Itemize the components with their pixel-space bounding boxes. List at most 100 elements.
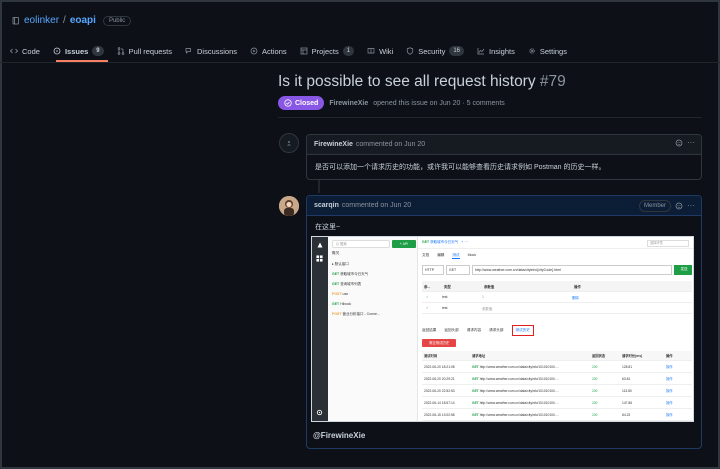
tab-label: Settings	[539, 46, 567, 56]
protocol-select: HTTP	[422, 265, 444, 275]
history-url: GET http://www.weather.com.cn/data/cityi…	[472, 400, 559, 405]
closed-check-icon	[284, 99, 292, 107]
app-tab: GET 获取城市今日天气 + ···	[422, 240, 469, 244]
comment-meta: commented on Jun 20	[355, 141, 426, 148]
app-sidebar-item: GET 获取城市今日天气	[332, 272, 368, 277]
graph-icon	[477, 48, 485, 55]
param-op: 删除	[572, 295, 579, 300]
default-avatar-icon	[287, 141, 291, 146]
history-row: 2022-06-20 22:52:53 GET http://www.weathe…	[422, 385, 692, 397]
issue-title-text: Is it possible to see all request histor…	[278, 73, 536, 90]
history-url-text: http://www.weather.com.cn/data/cityinfo/…	[479, 400, 559, 405]
app-main: GET 获取城市今日天气 + ··· 选择环境 文档 编辑 测试 Mock HTTP …	[418, 237, 693, 421]
tab-insights[interactable]: Insights	[477, 44, 515, 58]
history-status: 200	[592, 412, 598, 417]
tab-issues[interactable]: Issues 9	[53, 44, 104, 58]
history-status: 200	[592, 376, 598, 381]
user-mention[interactable]: @FirewineXie	[313, 431, 365, 440]
history-time: 2022-06-14 18:57:14	[424, 400, 455, 405]
app-logo-icon	[317, 242, 323, 248]
app-subtab: 文档	[422, 253, 430, 257]
history-duration: 84.23	[622, 412, 631, 417]
history-url: GET http://www.weather.com.cn/data/cityi…	[472, 376, 559, 381]
app-sidebar-item: 概况	[332, 251, 339, 256]
tab-label: Pull requests	[128, 46, 172, 56]
history-op: 操作	[666, 377, 673, 381]
shield-icon	[407, 47, 414, 55]
app-sidebar-label: 营业分析接口 - Conne...	[342, 312, 380, 316]
header-divider	[278, 117, 702, 118]
history-time: 2022-06-20 22:52:53	[424, 388, 455, 393]
params-row: ✓ test 参数值	[422, 303, 692, 314]
tab-label: Projects	[311, 46, 339, 56]
tab-label: Wiki	[379, 46, 394, 56]
check-icon: ✓	[426, 306, 429, 310]
history-time: 2022-06-15 13:02:58	[424, 412, 455, 417]
comment-author-link[interactable]: scarqin	[314, 202, 339, 209]
closed-state-badge: Closed	[278, 96, 325, 110]
app-sidebar-item: GET 查询城市列表	[332, 282, 361, 287]
repo-name-link[interactable]: eoapi	[70, 15, 96, 26]
tab-pulls[interactable]: Pull requests	[117, 44, 172, 58]
history-op: 操作	[666, 413, 673, 417]
history-url: GET http://www.weather.com.cn/data/cityi…	[472, 388, 559, 393]
url-row: HTTP GET http://www.weather.com.cn/data/…	[422, 265, 692, 275]
history-url-text: http://www.weather.com.cn/data/cityinfo/…	[479, 376, 559, 381]
smiley-icon[interactable]	[675, 202, 683, 210]
tab-label: Issues	[64, 46, 89, 56]
kebab-menu-icon[interactable]: ···	[687, 202, 695, 210]
history-op: 操作	[666, 401, 673, 405]
member-badge: Member	[638, 200, 671, 212]
history-status: 200	[592, 400, 598, 405]
tab-label: Security	[418, 46, 446, 56]
app-sidebar-item: ▸ 默认接口	[332, 262, 349, 267]
env-select: 选择环境	[647, 240, 689, 247]
tab-label: Discussions	[197, 46, 238, 56]
tab-label: Code	[22, 46, 40, 56]
tab-discussions[interactable]: Discussions	[185, 44, 237, 58]
history-header-cell: 返回状态	[592, 354, 606, 358]
embedded-screenshot[interactable]: Q 搜索 + API 概况 ▸ 默认接口 GET 获取城市今日天气 GET 查询城市列…	[311, 236, 694, 422]
grid-icon	[316, 255, 323, 262]
history-op: 操作	[666, 365, 673, 369]
method-tag: POST	[332, 292, 342, 296]
gear-icon	[529, 48, 535, 54]
comment-author-link[interactable]: FirewineXie	[314, 141, 353, 148]
repo-owner-link[interactable]: eolinker	[24, 15, 59, 26]
params-header-cell: 操作	[574, 284, 581, 289]
params-header-row: 参... 类型 参数值 操作	[422, 281, 692, 292]
repo-header: eolinker / eoapi Public	[12, 15, 132, 26]
param-value: 参数值	[482, 306, 493, 311]
tab-security[interactable]: Security 16	[406, 44, 465, 58]
tab-label: Insights	[489, 46, 515, 56]
visibility-badge: Public	[102, 15, 132, 26]
params-header-cell: 参...	[424, 284, 431, 289]
app-sidebar-label: 概况	[332, 251, 339, 255]
tab-code[interactable]: Code	[10, 44, 40, 58]
response-tab: 请求内容	[466, 328, 482, 332]
response-tab: 请求头部	[489, 328, 504, 332]
app-sidebar-item: GET Hibook	[332, 302, 351, 306]
history-url: GET http://www.weather.com.cn/data/cityi…	[472, 364, 559, 369]
issue-author-link[interactable]: FirewineXie	[329, 100, 368, 107]
smiley-icon[interactable]	[675, 139, 683, 147]
method-tag: GET	[332, 282, 340, 286]
params-header-cell: 参数值	[484, 284, 495, 289]
tab-actions[interactable]: Actions	[250, 44, 287, 58]
history-table: 测试时间 请求地址 返回状态 请求时长(ms) 操作 2022-06-20 18:21:0…	[422, 351, 692, 421]
tab-wiki[interactable]: Wiki	[367, 44, 393, 58]
history-duration: 128.81	[622, 364, 633, 369]
avatar[interactable]	[279, 133, 299, 153]
kebab-menu-icon[interactable]: ···	[687, 139, 695, 147]
tab-settings[interactable]: Settings	[528, 44, 567, 58]
comment-card: FirewineXie commented on Jun 20 ··· 是否可以…	[306, 134, 702, 180]
repo-nav: Code Issues 9 Pull requests Discussions Actio…	[10, 44, 567, 58]
play-icon	[250, 47, 258, 55]
tab-projects[interactable]: Projects 1	[300, 44, 355, 58]
param-value: 1	[482, 295, 484, 299]
history-header-cell: 测试时间	[424, 354, 438, 358]
avatar[interactable]	[279, 196, 299, 216]
param-name: test	[442, 306, 448, 310]
app-sidebar-label: 查询城市列表	[340, 282, 362, 286]
response-tab: 返回头部	[444, 328, 459, 332]
